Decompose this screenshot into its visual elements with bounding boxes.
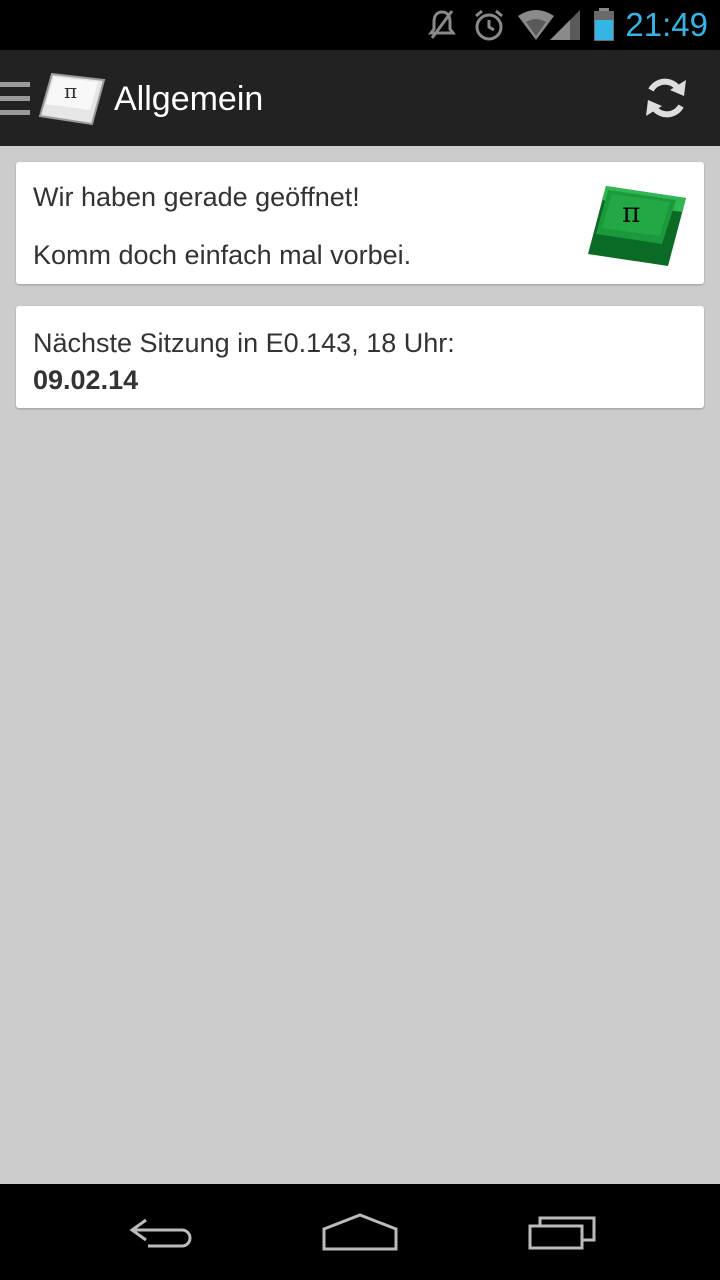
back-icon bbox=[129, 1218, 192, 1248]
refresh-icon bbox=[646, 78, 686, 118]
action-bar: π Allgemein bbox=[0, 50, 720, 146]
status-clock: 21:49 bbox=[625, 6, 708, 43]
signal-icon bbox=[550, 10, 580, 40]
page-title: Allgemein bbox=[114, 80, 264, 118]
session-card[interactable]: Nächste Sitzung in E0.143, 18 Uhr: 09.02… bbox=[16, 306, 704, 408]
navigation-bar bbox=[0, 1184, 720, 1280]
open-status-text: Wir haben gerade geöffnet! bbox=[33, 182, 360, 212]
back-button[interactable] bbox=[105, 1202, 215, 1262]
recent-apps-icon bbox=[528, 1216, 596, 1250]
session-date: 09.02.14 bbox=[33, 365, 139, 395]
svg-text:π: π bbox=[64, 79, 77, 103]
recent-apps-button[interactable] bbox=[507, 1202, 617, 1262]
svg-text:π: π bbox=[622, 196, 640, 229]
session-info-text: Nächste Sitzung in E0.143, 18 Uhr: bbox=[33, 328, 455, 358]
status-bar: 21:49 bbox=[0, 0, 720, 50]
pi-key-logo-icon: π bbox=[588, 186, 686, 266]
open-status-card[interactable]: Wir haben gerade geöffnet! Komm doch ein… bbox=[16, 162, 704, 284]
home-icon bbox=[322, 1213, 398, 1251]
refresh-button[interactable] bbox=[634, 66, 698, 130]
drawer-menu-icon[interactable] bbox=[0, 78, 32, 118]
alarm-icon bbox=[475, 9, 503, 41]
battery-icon bbox=[594, 8, 614, 41]
app-logo-icon[interactable]: π bbox=[38, 70, 106, 128]
invite-text: Komm doch einfach mal vorbei. bbox=[33, 240, 412, 270]
home-button[interactable] bbox=[305, 1202, 415, 1262]
mute-icon bbox=[428, 10, 456, 39]
